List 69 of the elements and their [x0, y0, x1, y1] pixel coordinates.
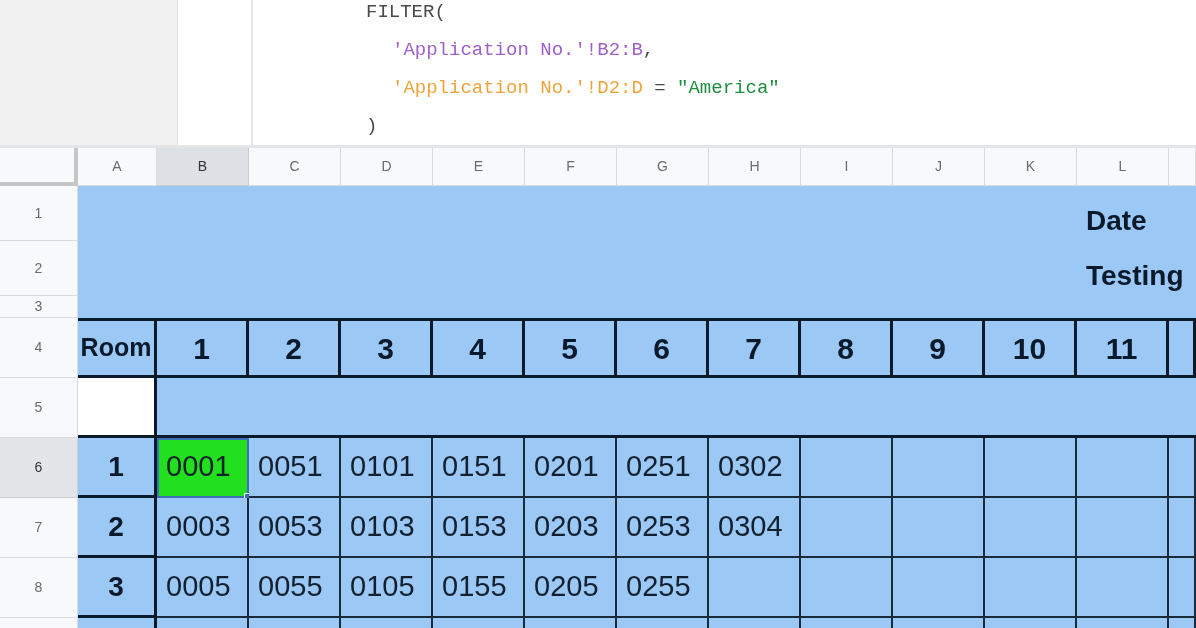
select-all-corner[interactable]: [0, 148, 78, 186]
header-cell: 9: [893, 318, 985, 378]
table-cell: 0051: [249, 438, 341, 498]
row-header[interactable]: 5: [0, 378, 78, 438]
table-cell: 0203: [525, 498, 617, 558]
column-header[interactable]: H: [709, 148, 801, 186]
column-header[interactable]: D: [341, 148, 433, 186]
row-header[interactable]: 4: [0, 318, 78, 378]
row-header[interactable]: 1: [0, 186, 78, 241]
table-cell: 0251: [617, 438, 709, 498]
title-text: Date: [1086, 205, 1147, 237]
table-cell: [1169, 438, 1196, 498]
row-header[interactable]: [0, 618, 78, 628]
table-cell: 0005: [157, 558, 249, 618]
table-cell: [1169, 498, 1196, 558]
column-header[interactable]: K: [985, 148, 1077, 186]
header-cell: 4: [433, 318, 525, 378]
table-cell: 0053: [249, 498, 341, 558]
header-cell: 6: [617, 318, 709, 378]
column-header[interactable]: I: [801, 148, 893, 186]
column-header[interactable]: G: [617, 148, 709, 186]
column-header[interactable]: E: [433, 148, 525, 186]
column-header[interactable]: [1169, 148, 1196, 186]
header-cell: Room: [78, 318, 157, 378]
column-header[interactable]: L: [1077, 148, 1169, 186]
table-cell: 0001: [157, 438, 249, 498]
formula-editor[interactable]: FILTER( 'Application No.'!B2:B, 'Application No.'!D2:D = "America" ): [253, 0, 1196, 145]
formula-line: FILTER(: [366, 1, 446, 23]
table-cell: 0003: [157, 498, 249, 558]
room-cell: 3: [78, 558, 157, 618]
row-header[interactable]: 6: [0, 438, 78, 498]
title-text: Testing: [1086, 260, 1184, 292]
row-header[interactable]: 2: [0, 241, 78, 296]
table-cell: 0255: [617, 558, 709, 618]
header-cell: 10: [985, 318, 1077, 378]
table-cell: 0101: [341, 438, 433, 498]
header-cell: 2: [249, 318, 341, 378]
row-header[interactable]: 3: [0, 296, 78, 318]
table-cell: 0201: [525, 438, 617, 498]
table-cell: [1169, 618, 1196, 628]
header-cell: 11: [1077, 318, 1169, 378]
room-cell: 1: [78, 438, 157, 498]
table-cell: 0302: [709, 438, 801, 498]
table-cell: 0055: [249, 558, 341, 618]
table-cell: 0304: [709, 498, 801, 558]
column-header[interactable]: B: [157, 148, 249, 186]
table-cell: 0253: [617, 498, 709, 558]
header-cell: 7: [709, 318, 801, 378]
table-cell: 0103: [341, 498, 433, 558]
header-cell: 3: [341, 318, 433, 378]
column-header[interactable]: C: [249, 148, 341, 186]
header-cell: 1: [157, 318, 249, 378]
header-cell: 8: [801, 318, 893, 378]
column-header[interactable]: J: [893, 148, 985, 186]
header-cell: 5: [525, 318, 617, 378]
table-cell: 0205: [525, 558, 617, 618]
table-cell: 0153: [433, 498, 525, 558]
column-header[interactable]: F: [525, 148, 617, 186]
room-cell: 2: [78, 498, 157, 558]
column-header[interactable]: A: [78, 148, 157, 186]
row-header[interactable]: 8: [0, 558, 78, 618]
formula-line: ): [366, 115, 378, 137]
formula-line: 'Application No.'!D2:D = "America": [392, 77, 780, 99]
table-cell: [1169, 558, 1196, 618]
table-cell: 0155: [433, 558, 525, 618]
row-header[interactable]: 7: [0, 498, 78, 558]
table-cell: 0105: [341, 558, 433, 618]
table-cell: 0151: [433, 438, 525, 498]
formula-line: 'Application No.'!B2:B,: [392, 39, 655, 61]
